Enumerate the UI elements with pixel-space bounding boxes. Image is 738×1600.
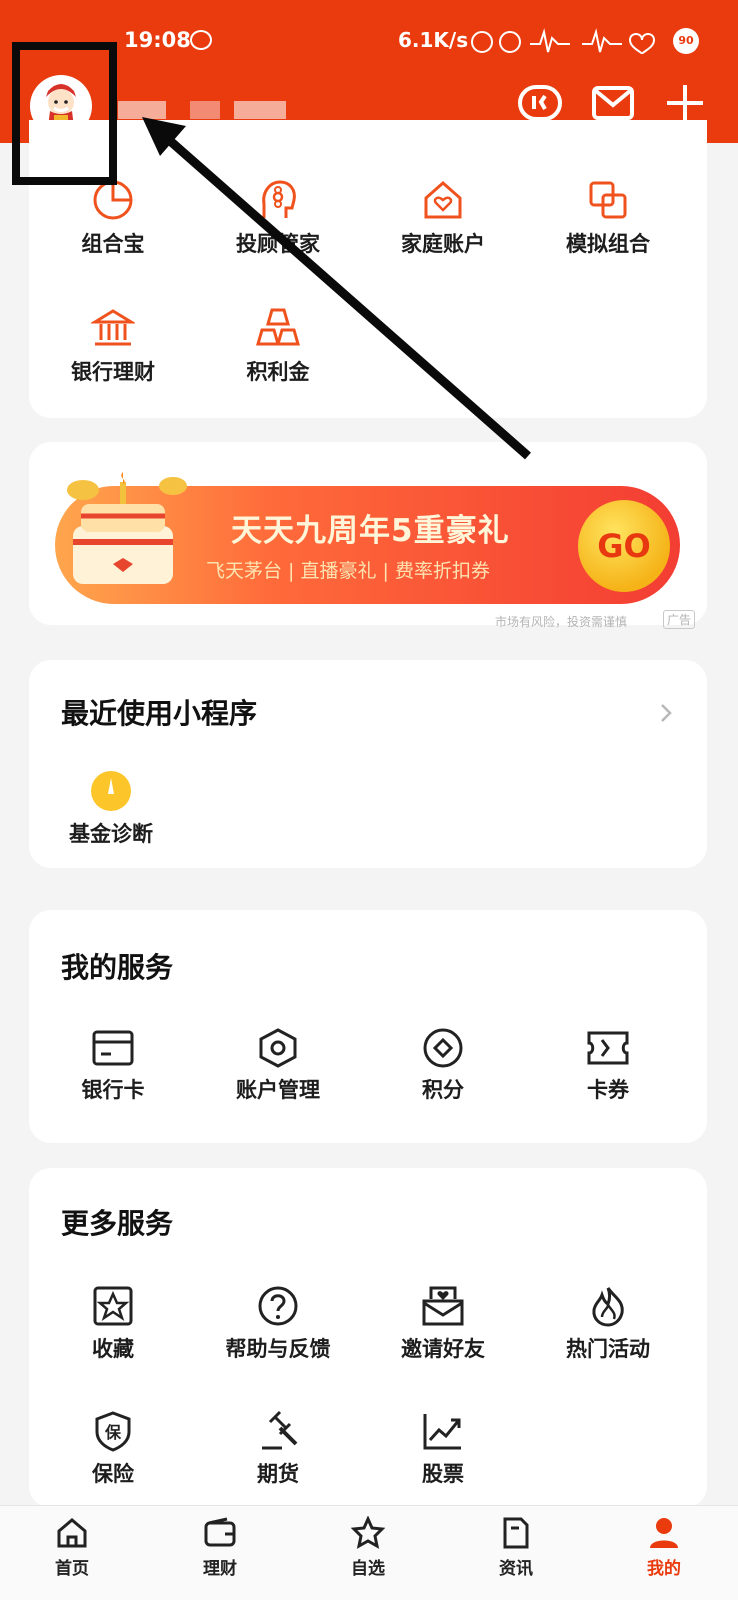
bank-card-icon — [92, 1030, 134, 1066]
service-account[interactable]: 账户管理 — [193, 1028, 363, 1104]
star-icon — [93, 1286, 133, 1326]
mini-program-label: 基金诊断 — [69, 822, 153, 846]
tab-label: 首页 — [55, 1559, 89, 1579]
service-label: 银行卡 — [81, 1078, 145, 1102]
section-title: 我的服务 — [61, 951, 174, 984]
service-label: 卡券 — [587, 1078, 629, 1102]
service-label: 保险 — [92, 1462, 134, 1486]
ticket-icon — [587, 1031, 629, 1065]
document-icon — [503, 1517, 529, 1549]
mini-program-jijinzhenduan[interactable]: 基金诊断 — [31, 770, 191, 848]
banner-title: 天天九周年5重豪礼 — [231, 513, 510, 549]
service-label: 账户管理 — [236, 1078, 320, 1102]
star-outline-icon — [351, 1516, 385, 1549]
hexagon-icon — [259, 1028, 297, 1068]
ad-tag: 广告 — [663, 610, 696, 629]
service-favorites[interactable]: 收藏 — [28, 1285, 198, 1363]
tab-label: 资讯 — [499, 1559, 533, 1579]
service-help[interactable]: 帮助与反馈 — [193, 1285, 363, 1363]
service-label: 帮助与反馈 — [225, 1337, 331, 1361]
section-title: 最近使用小程序 — [61, 697, 258, 730]
gauge-icon — [91, 771, 131, 811]
tab-label: 自选 — [351, 1559, 385, 1579]
tab-wealth[interactable]: 理财 — [165, 1516, 275, 1579]
profile-icon — [650, 1518, 678, 1548]
envelope-heart-icon — [422, 1286, 464, 1326]
wallet-icon — [204, 1517, 236, 1547]
service-label: 股票 — [422, 1462, 464, 1486]
bottom-tab-bar: 首页 理财 自选 资讯 我的 — [0, 1505, 738, 1600]
service-label: 邀请好友 — [401, 1337, 485, 1361]
gavel-icon — [262, 1410, 298, 1450]
tab-label: 理财 — [203, 1559, 237, 1579]
tab-mine[interactable]: 我的 — [609, 1516, 719, 1579]
service-coupons[interactable]: 卡券 — [523, 1028, 693, 1104]
tab-label: 我的 — [647, 1559, 681, 1579]
my-services-card: 我的服务 — [29, 910, 707, 1143]
annotation-arrow — [142, 117, 531, 460]
svg-text:保: 保 — [104, 1423, 122, 1442]
service-label: 期货 — [257, 1462, 299, 1486]
home-icon — [57, 1518, 87, 1548]
question-icon — [258, 1286, 298, 1326]
service-hot-activity[interactable]: 热门活动 — [523, 1285, 693, 1363]
service-bank-card[interactable]: 银行卡 — [28, 1028, 198, 1104]
points-icon — [423, 1028, 463, 1068]
tab-watchlist[interactable]: 自选 — [313, 1516, 423, 1579]
service-insurance[interactable]: 保 保险 — [28, 1410, 198, 1488]
service-label: 热门活动 — [566, 1337, 650, 1361]
service-label: 积分 — [422, 1078, 464, 1102]
tab-home[interactable]: 首页 — [17, 1516, 127, 1579]
stock-chart-icon — [423, 1414, 461, 1450]
section-title: 更多服务 — [61, 1207, 174, 1240]
shield-icon: 保 — [95, 1411, 131, 1452]
go-button[interactable]: GO — [578, 500, 670, 592]
service-futures[interactable]: 期货 — [193, 1410, 363, 1488]
service-points[interactable]: 积分 — [358, 1028, 528, 1104]
banner-subtitle: 飞天茅台 | 直播豪礼 | 费率折扣券 — [206, 560, 490, 582]
service-stocks[interactable]: 股票 — [358, 1410, 528, 1488]
chevron-right-icon[interactable] — [659, 702, 673, 724]
tab-news[interactable]: 资讯 — [461, 1516, 571, 1579]
flame-icon — [592, 1287, 624, 1327]
service-invite[interactable]: 邀请好友 — [358, 1285, 528, 1363]
risk-disclaimer: 市场有风险，投资需谨慎 — [495, 615, 628, 629]
service-label: 收藏 — [92, 1337, 134, 1361]
